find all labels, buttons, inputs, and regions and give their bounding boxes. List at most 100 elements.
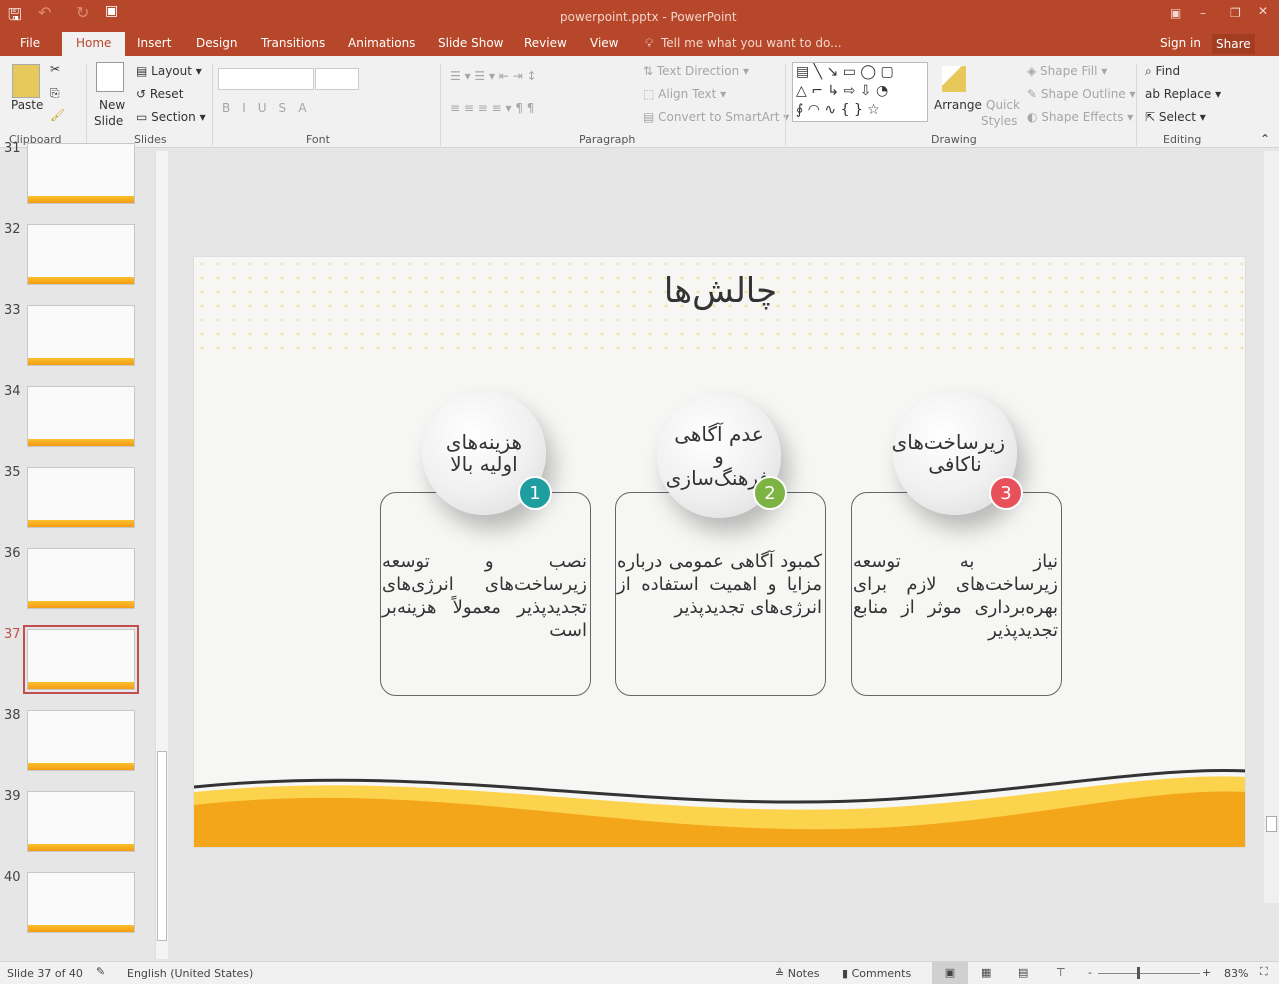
font-name-dropdown[interactable] [218, 68, 314, 90]
select-button[interactable]: ⇱ Select ▾ [1145, 110, 1206, 124]
paste-icon[interactable] [12, 64, 40, 98]
reset-button[interactable]: ↺ Reset [136, 87, 183, 101]
arrange-icon [942, 66, 966, 92]
text-direction-button[interactable]: ⇅ Text Direction ▾ [643, 64, 749, 78]
comments-button[interactable]: ▮ Comments [842, 967, 911, 980]
shape-effects-label: Shape Effects [1041, 110, 1124, 124]
tell-me-input[interactable]: Tell me what you want to do... [661, 36, 842, 50]
tab-view[interactable]: View [590, 36, 618, 50]
slide-thumbnail[interactable] [27, 305, 135, 366]
section-button[interactable]: ▭ Section ▾ [136, 110, 206, 124]
tab-home[interactable]: Home [62, 32, 126, 56]
tab-review[interactable]: Review [524, 36, 567, 50]
slide-thumbnail[interactable] [27, 548, 135, 609]
slide-canvas[interactable]: چالش‌ها هزینه‌های اولیه بالا 1 نصب و توس… [193, 256, 1246, 848]
slide-thumbnail[interactable] [27, 143, 135, 204]
reading-view-icon[interactable]: ▤ [1018, 966, 1028, 979]
convert-smartart-button[interactable]: ▤ Convert to SmartArt ▾ [643, 110, 789, 124]
bullets-icon[interactable]: ☰ ▾ ☰ ▾ ⇤ ⇥ ↕ [450, 69, 537, 83]
tab-design[interactable]: Design [196, 36, 237, 50]
shape-fill-button[interactable]: ◈ Shape Fill ▾ [1027, 64, 1107, 78]
thumbnail-number: 39 [4, 789, 21, 804]
slide-thumbnail[interactable] [27, 386, 135, 447]
tab-transitions[interactable]: Transitions [261, 36, 325, 50]
zoom-slider[interactable] [1098, 973, 1200, 974]
new-slide-label[interactable]: Slide [94, 114, 123, 128]
slide-thumbnail[interactable] [27, 872, 135, 933]
arrange-button[interactable]: Arrange [934, 98, 982, 112]
start-slideshow-icon[interactable]: ▣ [105, 3, 118, 19]
find-label: Find [1155, 64, 1181, 78]
tab-animations[interactable]: Animations [348, 36, 415, 50]
share-button[interactable]: Share [1212, 34, 1255, 54]
align-text-button[interactable]: ⬚ Align Text ▾ [643, 87, 726, 101]
undo-icon[interactable]: ↶ [38, 3, 51, 22]
layout-button[interactable]: ▤ Layout ▾ [136, 64, 202, 78]
normal-view-icon[interactable]: ▣ [932, 962, 968, 984]
text-direction-label: Text Direction [656, 64, 740, 78]
fit-to-window-icon[interactable]: ⛶ [1260, 965, 1268, 979]
slide-thumbnail[interactable] [27, 467, 135, 528]
tab-slide-show[interactable]: Slide Show [438, 36, 503, 50]
slide-title[interactable]: چالش‌ها [194, 271, 1245, 311]
redo-icon[interactable]: ↻ [76, 3, 89, 22]
lightbulb-icon: 💡︎ [645, 36, 654, 50]
ribbon-display-icon[interactable]: ▣ [1170, 6, 1181, 20]
window-title: powerpoint.pptx - PowerPoint [560, 10, 737, 24]
ribbon: Paste ✂ ⎘ 🖌︎ Clipboard New Slide ▤ Layou… [0, 56, 1279, 148]
close-button[interactable]: ✕ [1258, 4, 1268, 18]
new-slide-button[interactable]: New [99, 98, 125, 112]
paste-button[interactable]: Paste [11, 98, 43, 112]
select-label: Select [1158, 110, 1196, 124]
minimize-button[interactable]: – [1200, 6, 1206, 20]
zoom-out-button[interactable]: - [1088, 966, 1092, 979]
slide-thumbnail[interactable] [27, 710, 135, 771]
zoom-in-button[interactable]: + [1202, 966, 1211, 979]
slideshow-view-icon[interactable]: ⊤ [1056, 966, 1066, 979]
quick-styles-button[interactable]: Quick [986, 98, 1020, 112]
replace-button[interactable]: ab Replace ▾ [1145, 87, 1221, 101]
challenge-heading: هزینه‌های اولیه بالا [445, 430, 523, 476]
new-slide-icon[interactable] [96, 62, 124, 92]
font-size-dropdown[interactable] [315, 68, 359, 90]
section-label: Section [151, 110, 196, 124]
thumbnail-number: 33 [4, 303, 21, 318]
sign-in-link[interactable]: Sign in [1160, 36, 1201, 50]
notes-label: Notes [787, 967, 820, 980]
align-icons[interactable]: ≡ ≡ ≡ ≡ ▾ ¶ ¶ [450, 101, 534, 115]
shape-outline-label: Shape Outline [1040, 87, 1126, 101]
spell-check-icon[interactable]: ✎ [96, 965, 105, 978]
main-scrollbar[interactable] [1264, 151, 1279, 903]
zoom-slider-thumb[interactable] [1137, 967, 1140, 979]
main-scroll-thumb[interactable] [1266, 816, 1277, 832]
thumbnails-scrollbar[interactable] [155, 151, 168, 959]
zoom-level[interactable]: 83% [1224, 967, 1248, 980]
shapes-gallery[interactable]: ▤ ╲ ↘ ▭ ◯ ▢ △ ⌐ ↳ ⇨ ⇩ ◔ ∮ ◠ ∿ { } ☆ [792, 62, 928, 122]
slide-sorter-icon[interactable]: ▦ [981, 966, 991, 979]
shape-outline-button[interactable]: ✎ Shape Outline ▾ [1027, 87, 1136, 101]
format-painter-icon[interactable]: 🖌︎ [50, 108, 65, 122]
font-format-buttons[interactable]: BIUSA [222, 101, 319, 115]
number-badge: 2 [753, 476, 787, 510]
thumbnail-number: 38 [4, 708, 21, 723]
thumbnail-number: 37 [4, 627, 21, 642]
slide-thumbnail[interactable] [27, 791, 135, 852]
slide-thumbnail[interactable] [23, 625, 139, 694]
cut-icon[interactable]: ✂ [50, 62, 60, 76]
slide-thumbnail[interactable] [27, 224, 135, 285]
save-icon[interactable]: 🖫 [8, 4, 22, 31]
tab-insert[interactable]: Insert [137, 36, 171, 50]
number-badge: 1 [518, 476, 552, 510]
copy-icon[interactable]: ⎘ [50, 86, 60, 101]
tab-file[interactable]: File [20, 36, 40, 50]
language-status[interactable]: English (United States) [127, 967, 253, 980]
maximize-button[interactable]: ❐ [1230, 6, 1241, 20]
shape-effects-button[interactable]: ◐ Shape Effects ▾ [1027, 110, 1133, 124]
thumbnails-scroll-thumb[interactable] [157, 751, 167, 941]
collapse-ribbon-icon[interactable]: ⌃ [1260, 132, 1270, 146]
quick-styles-label[interactable]: Styles [981, 114, 1017, 128]
number-badge: 3 [989, 476, 1023, 510]
notes-button[interactable]: ≜ Notes [775, 967, 820, 980]
align-text-label: Align Text [658, 87, 717, 101]
find-button[interactable]: ⌕ Find [1145, 64, 1180, 79]
